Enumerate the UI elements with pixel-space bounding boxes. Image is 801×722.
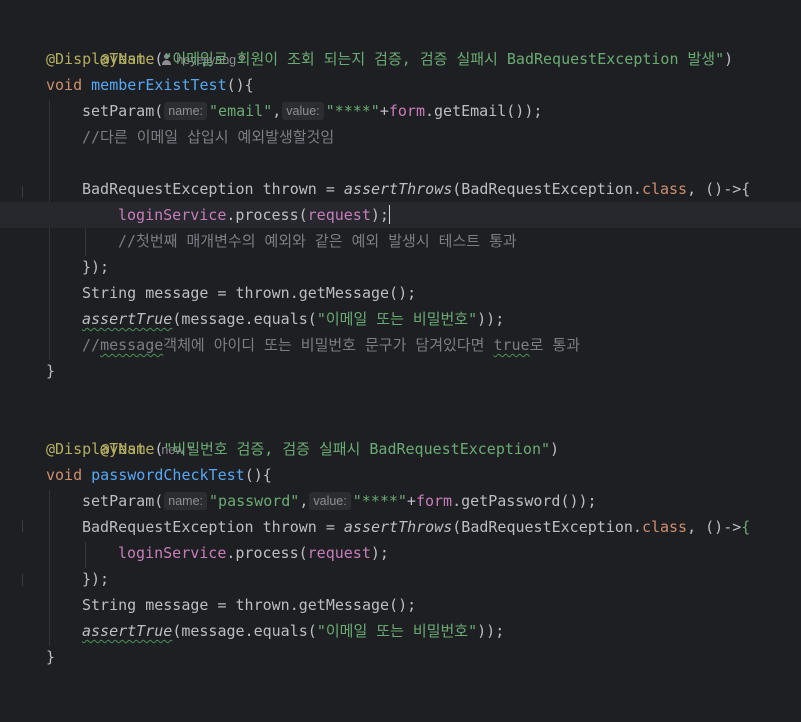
statement-end: ); [370, 544, 389, 562]
request-field[interactable]: request [308, 206, 371, 224]
code-line[interactable]: BadRequestException thrown = assertThrow… [0, 514, 801, 540]
process-call: .process( [226, 206, 308, 224]
comment-word: true [493, 336, 530, 354]
method-signature-end: (){ [244, 466, 272, 484]
login-service-field[interactable]: loginService [118, 206, 226, 224]
assert-throws-args: (BadRequestException. [452, 518, 642, 536]
param-hint-value: value: [309, 492, 351, 510]
display-name-string: "이메일로 회원이 조회 되는지 검증, 검증 실패시 BadRequestEx… [163, 50, 725, 68]
assert-throws-args: (BadRequestException. [452, 180, 642, 198]
statement-end: )); [477, 310, 505, 328]
code-line[interactable]: @Test new * [0, 410, 801, 458]
return-type-keyword: void [46, 466, 83, 484]
code-line[interactable]: loginService.process(request); [0, 540, 801, 566]
param-name-string: "password" [209, 492, 300, 510]
equals-call: (message.equals( [172, 622, 317, 640]
message-declaration: String message = thrown.getMessage(); [82, 284, 417, 302]
code-line[interactable]: setParam(name: "email", value: "****"+form.… [0, 98, 801, 124]
plus-operator: + [406, 492, 416, 510]
process-call: .process( [226, 544, 308, 562]
param-value-string: "****" [325, 102, 380, 120]
param-hint-name: name: [164, 102, 208, 120]
assert-throws-call[interactable]: assertThrows [344, 180, 452, 198]
message-declaration: String message = thrown.getMessage(); [82, 596, 417, 614]
code-line[interactable]: }); [0, 254, 801, 280]
assert-true-call[interactable]: assertTrue [82, 310, 172, 328]
text-caret [388, 205, 391, 224]
exception-declaration: BadRequestException thrown = [82, 180, 344, 198]
method-close-brace: } [46, 648, 56, 666]
display-name-annotation: @DisplayName [46, 50, 155, 68]
comma: , [299, 492, 309, 510]
lambda-brace: { [741, 518, 751, 536]
plus-operator: + [379, 102, 389, 120]
assert-throws-call[interactable]: assertThrows [344, 518, 452, 536]
getter-call: .getEmail()); [424, 102, 543, 120]
method-close-brace: } [46, 362, 56, 380]
setparam-call[interactable]: setParam( [82, 102, 163, 120]
code-line[interactable]: //다른 이메일 삽입시 예외발생할것임 [0, 124, 801, 150]
login-service-field[interactable]: loginService [118, 544, 226, 562]
statement-end: ); [370, 206, 389, 224]
comma: , [272, 102, 282, 120]
comment: //다른 이메일 삽입시 예외발생할것임 [82, 128, 335, 146]
form-field[interactable]: form [416, 492, 452, 510]
code-line[interactable]: void passwordCheckTest(){ [0, 462, 801, 488]
code-line[interactable]: assertTrue(message.equals("이메일 또는 비밀번호")… [0, 306, 801, 332]
code-line[interactable]: } [0, 358, 801, 384]
code-line[interactable]: String message = thrown.getMessage(); [0, 280, 801, 306]
code-line[interactable]: @Test heyejiyang * [0, 20, 801, 68]
lambda-close: }); [82, 258, 110, 276]
param-name-string: "email" [209, 102, 273, 120]
method-name[interactable]: passwordCheckTest [91, 466, 245, 484]
expected-message-string: "이메일 또는 비밀번호" [316, 310, 478, 328]
display-name-string: "비밀번호 검증, 검증 실패시 BadRequestException" [163, 440, 551, 458]
comment-text: 객체에 아이디 또는 비밀번호 문구가 담겨있다면 [163, 336, 494, 354]
method-name[interactable]: memberExistTest [91, 76, 226, 94]
comment-text: 로 통과 [529, 336, 581, 354]
class-keyword: class [641, 518, 688, 536]
exception-declaration: BadRequestException thrown = [82, 518, 344, 536]
paren: ) [724, 50, 734, 68]
code-editor[interactable]: @Test heyejiyang * @DisplayName("이메일로 회원이… [0, 0, 801, 699]
comment: //첫번째 매개변수의 예외와 같은 예외 발생시 테스트 통과 [118, 232, 517, 250]
expected-message-string: "이메일 또는 비밀번호" [316, 622, 478, 640]
code-line[interactable]: @DisplayName("비밀번호 검증, 검증 실패시 BadRequest… [0, 436, 801, 462]
lambda-arrow: , ()-> [687, 518, 742, 536]
current-code-line[interactable]: loginService.process(request); [0, 202, 801, 228]
equals-call: (message.equals( [172, 310, 317, 328]
comment: //message객체에 아이디 또는 비밀번호 문구가 담겨있다면 true로… [82, 332, 580, 358]
paren: ) [550, 440, 560, 458]
statement-end: )); [477, 622, 505, 640]
param-hint-name: name: [164, 492, 208, 510]
code-line[interactable]: BadRequestException thrown = assertThrow… [0, 176, 801, 202]
code-line[interactable]: String message = thrown.getMessage(); [0, 592, 801, 618]
code-line[interactable]: //message객체에 아이디 또는 비밀번호 문구가 담겨있다면 true로… [0, 332, 801, 358]
code-line[interactable]: //첫번째 매개변수의 예외와 같은 예외 발생시 테스트 통과 [0, 228, 801, 254]
display-name-annotation: @DisplayName [46, 440, 155, 458]
class-keyword: class [641, 180, 688, 198]
comment-word: message [100, 336, 164, 354]
setparam-call[interactable]: setParam( [82, 492, 163, 510]
code-line[interactable]: }); [0, 566, 801, 592]
code-line[interactable]: @DisplayName("이메일로 회원이 조회 되는지 검증, 검증 실패시… [0, 46, 801, 72]
param-hint-value: value: [282, 102, 324, 120]
code-line[interactable]: assertTrue(message.equals("이메일 또는 비밀번호")… [0, 618, 801, 644]
lambda-close: }); [82, 570, 110, 588]
request-field[interactable]: request [308, 544, 371, 562]
param-value-string: "****" [352, 492, 407, 510]
lambda-arrow: , ()->{ [687, 180, 751, 198]
form-field[interactable]: form [389, 102, 425, 120]
code-line[interactable]: setParam(name: "password", value: "****"+fo… [0, 488, 801, 514]
method-signature-end: (){ [226, 76, 254, 94]
comment-prefix: // [82, 336, 101, 354]
getter-call: .getPassword()); [452, 492, 597, 510]
assert-true-call[interactable]: assertTrue [82, 622, 172, 640]
code-line[interactable]: } [0, 644, 801, 670]
code-line[interactable]: void memberExistTest(){ [0, 72, 801, 98]
return-type-keyword: void [46, 76, 83, 94]
